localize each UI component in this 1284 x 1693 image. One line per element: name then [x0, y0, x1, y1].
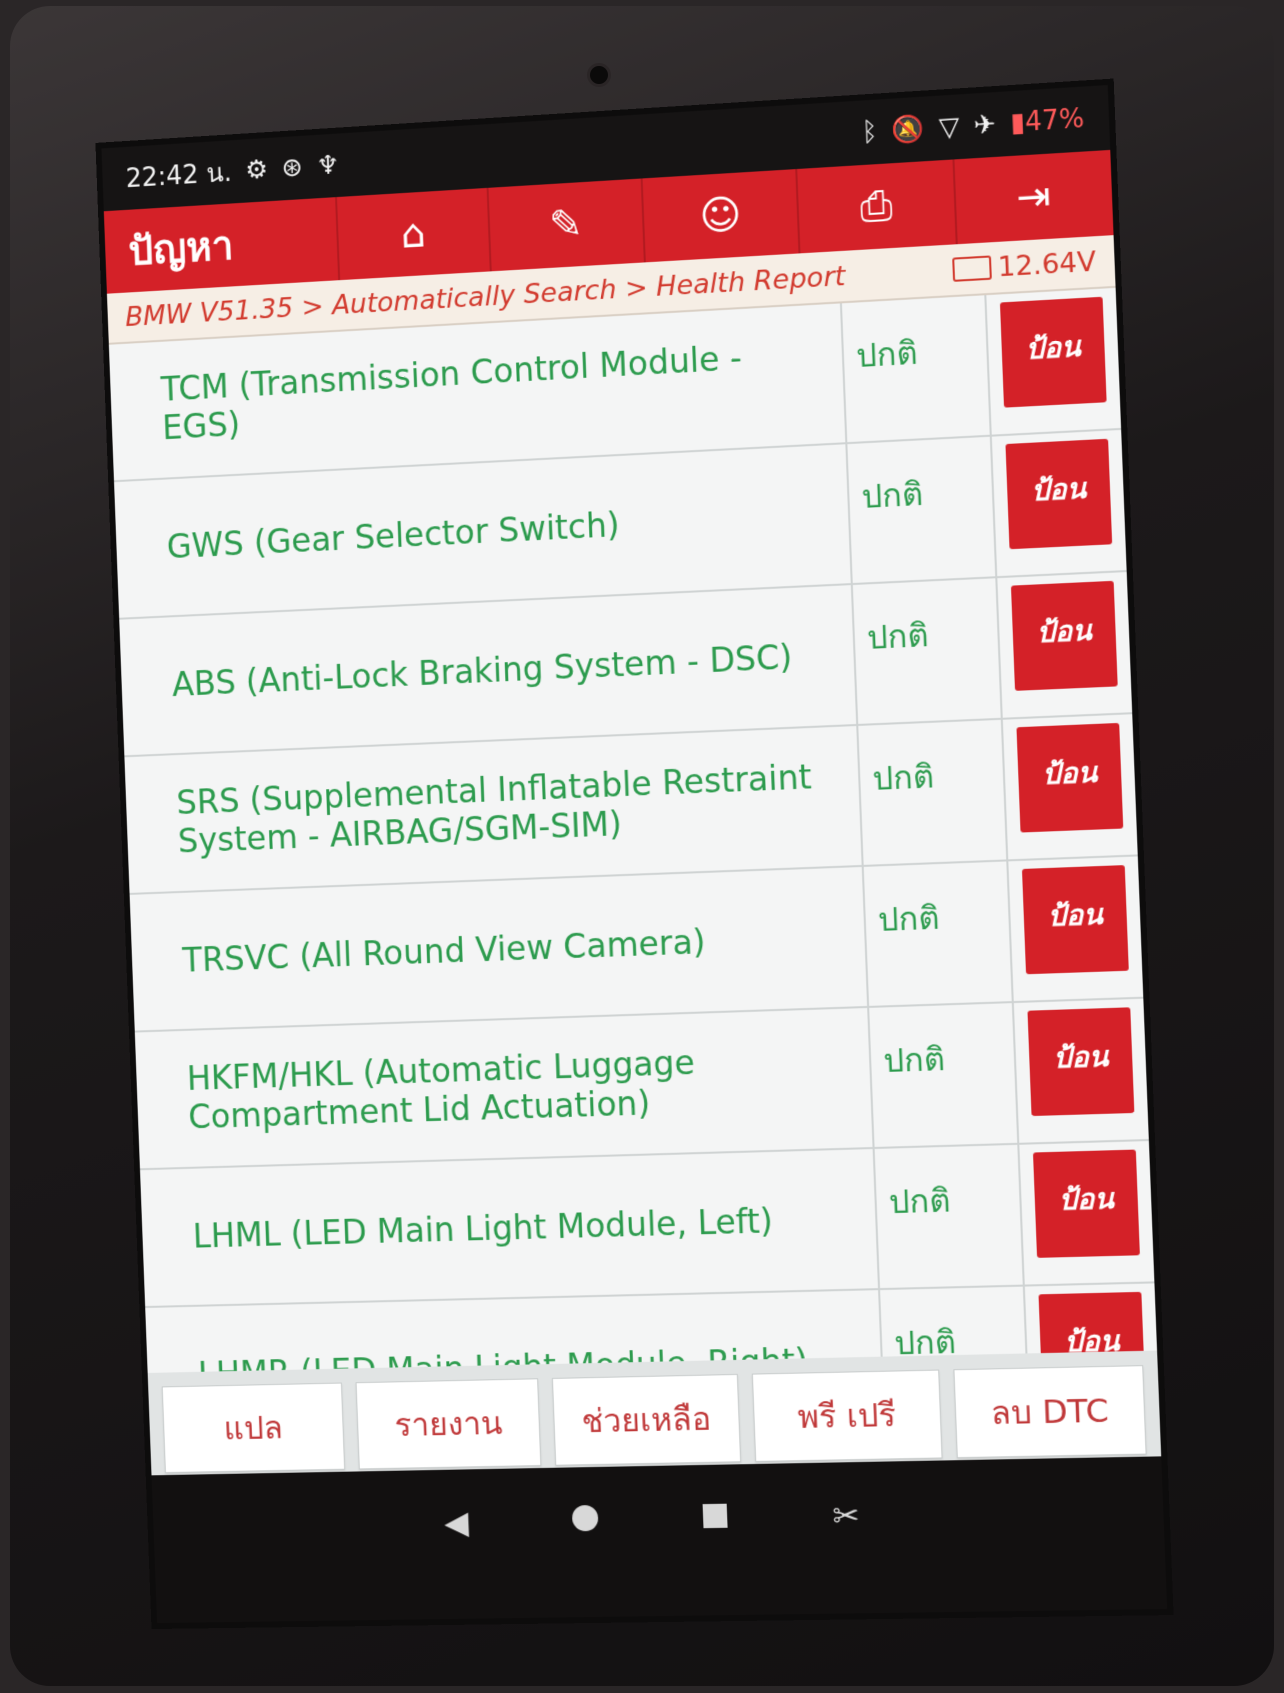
enter-button[interactable]: ป้อน	[999, 296, 1107, 408]
bluetooth-icon: ᛒ	[861, 116, 879, 148]
exit-button[interactable]: ⇥	[952, 149, 1114, 245]
print-button[interactable]: ⎙	[795, 159, 956, 254]
enter-button[interactable]: ป้อน	[1021, 865, 1129, 975]
home-button[interactable]: ⌂	[335, 187, 491, 281]
screenshot-icon[interactable]: ✂	[825, 1496, 867, 1535]
module-action-cell: ป้อน	[1014, 999, 1149, 1143]
module-row: LHML (LED Main Light Module, Left) ปกติ …	[140, 1141, 1155, 1309]
voltage-readout: 12.64V	[952, 245, 1097, 286]
edit-icon: ✎	[548, 201, 584, 249]
module-action-cell: ป้อน	[1003, 714, 1138, 859]
module-status: ปกติ	[858, 719, 1009, 865]
battery-indicator: ▮47%	[1009, 103, 1085, 139]
bottom-action-bar: แปล รายงาน ช่วยเหลือ พรี เปรี ลบ DTC	[147, 1350, 1162, 1476]
module-status: ปกติ	[869, 1003, 1020, 1147]
module-action-cell: ป้อน	[1008, 856, 1143, 1001]
camera-lens	[590, 66, 608, 84]
accessibility-icon: ⊛	[281, 152, 304, 184]
nav-home-button[interactable]	[565, 1501, 606, 1532]
module-action-cell: ป้อน	[1019, 1141, 1154, 1285]
module-status: ปกติ	[852, 578, 1003, 724]
translate-button[interactable]: แปล	[161, 1382, 346, 1474]
module-action-cell: ป้อน	[992, 430, 1127, 576]
exit-icon: ⇥	[1015, 172, 1052, 222]
enter-button[interactable]: ป้อน	[1005, 438, 1113, 550]
status-left: 22:42 น. ⚙ ⊛ ♆	[125, 145, 340, 199]
nav-recents-button[interactable]	[694, 1499, 735, 1529]
report-button[interactable]: รายงาน	[355, 1378, 542, 1470]
settings-icon: ⚙	[244, 154, 269, 186]
enter-button[interactable]: ป้อน	[1027, 1007, 1135, 1117]
module-action-cell: ป้อน	[986, 288, 1121, 435]
help-button[interactable]: ช่วยเหลือ	[552, 1373, 741, 1466]
recents-icon	[702, 1503, 728, 1529]
module-name: TRSVC (All Round View Camera)	[129, 866, 870, 1031]
home-circle-icon	[571, 1504, 599, 1532]
android-nav-bar: ◀ ✂	[151, 1456, 1168, 1624]
tablet-device: 22:42 น. ⚙ ⊛ ♆ ᛒ 🔕 ▽ ✈ ▮47% ปัญหา ⌂ ✎ ☺ …	[10, 6, 1274, 1686]
back-icon[interactable]: ◀	[436, 1503, 477, 1541]
module-name: HKFM/HKL (Automatic Luggage Compartment …	[134, 1007, 875, 1169]
module-status: ปกติ	[874, 1144, 1025, 1289]
enter-button[interactable]: ป้อน	[1032, 1149, 1140, 1258]
module-action-cell: ป้อน	[997, 572, 1132, 718]
home-icon: ⌂	[400, 210, 427, 258]
stethoscope-icon: ♆	[316, 150, 340, 182]
clear-dtc-button[interactable]: ลบ DTC	[953, 1365, 1147, 1459]
status-right: ᛒ 🔕 ▽ ✈ ▮47%	[861, 104, 1085, 148]
wifi-icon: ▽	[938, 111, 961, 144]
print-icon: ⎙	[859, 182, 894, 231]
mute-icon: 🔕	[891, 113, 926, 147]
car-battery-icon	[952, 255, 993, 282]
module-status: ปกติ	[847, 436, 998, 584]
module-status: ปกติ	[863, 861, 1014, 1006]
module-status: ปกติ	[841, 295, 992, 443]
module-name: LHML (LED Main Light Module, Left)	[140, 1148, 881, 1307]
page-title: ปัญหา	[127, 223, 235, 275]
module-list: TCM (Transmission Control Module - EGS) …	[108, 287, 1161, 1446]
voltage-value: 12.64V	[997, 245, 1097, 283]
edit-button[interactable]: ✎	[486, 178, 644, 272]
preview-button[interactable]: พรี เปรี	[751, 1369, 943, 1462]
airplane-icon: ✈	[973, 109, 997, 141]
support-button[interactable]: ☺	[640, 169, 799, 263]
enter-button[interactable]: ป้อน	[1010, 580, 1118, 691]
support-icon: ☺	[698, 191, 743, 241]
app-screen: 22:42 น. ⚙ ⊛ ♆ ᛒ 🔕 ▽ ✈ ▮47% ปัญหา ⌂ ✎ ☺ …	[101, 85, 1168, 1624]
enter-button[interactable]: ป้อน	[1016, 722, 1124, 833]
clock: 22:42 น.	[125, 157, 233, 194]
battery-level: 47%	[1024, 103, 1085, 138]
